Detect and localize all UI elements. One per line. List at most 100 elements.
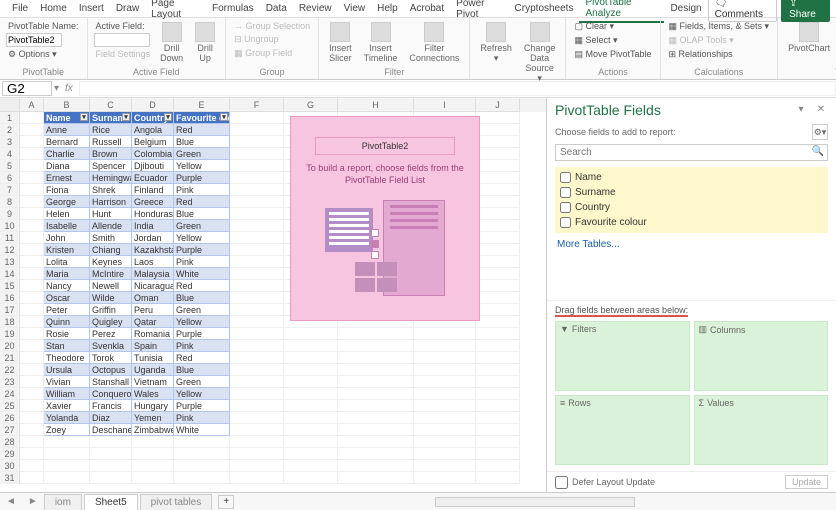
cell-F5[interactable] xyxy=(230,160,284,172)
area-filters[interactable]: ▼Filters xyxy=(555,321,690,391)
pivotchart-button[interactable]: PivotChart xyxy=(784,20,834,55)
cell-D22[interactable]: Uganda xyxy=(132,364,174,376)
cell-E22[interactable]: Blue xyxy=(174,364,230,376)
cell-E5[interactable]: Yellow xyxy=(174,160,230,172)
cell-C20[interactable]: Svenkla xyxy=(90,340,132,352)
cell-F26[interactable] xyxy=(230,412,284,424)
row-header-19[interactable]: 19 xyxy=(0,328,20,340)
cell-A4[interactable] xyxy=(20,148,44,160)
cell-I19[interactable] xyxy=(414,328,476,340)
cell-J14[interactable] xyxy=(476,268,520,280)
cell-B30[interactable] xyxy=(44,460,90,472)
cell-C14[interactable]: McIntire xyxy=(90,268,132,280)
cell-F1[interactable] xyxy=(230,112,284,124)
field-checkbox[interactable] xyxy=(560,172,571,183)
cell-H26[interactable] xyxy=(338,412,414,424)
cell-A29[interactable] xyxy=(20,448,44,460)
cell-A2[interactable] xyxy=(20,124,44,136)
cell-E20[interactable]: Pink xyxy=(174,340,230,352)
cell-H23[interactable] xyxy=(338,376,414,388)
cell-D21[interactable]: Tunisia xyxy=(132,352,174,364)
cell-H19[interactable] xyxy=(338,328,414,340)
drill-down-button[interactable]: Drill Down xyxy=(156,20,187,65)
cell-J3[interactable] xyxy=(476,136,520,148)
cell-D8[interactable]: Greece xyxy=(132,196,174,208)
pane-settings-icon[interactable]: ▾ xyxy=(794,103,808,117)
defer-checkbox[interactable] xyxy=(555,476,568,489)
cell-C12[interactable]: Chiang xyxy=(90,244,132,256)
row-header-17[interactable]: 17 xyxy=(0,304,20,316)
cell-J10[interactable] xyxy=(476,220,520,232)
cell-E23[interactable]: Green xyxy=(174,376,230,388)
cell-C2[interactable]: Rice xyxy=(90,124,132,136)
cell-J19[interactable] xyxy=(476,328,520,340)
gear-icon[interactable]: ⚙▾ xyxy=(812,124,828,140)
change-datasource-button[interactable]: Change Data Source ▾ xyxy=(520,20,560,86)
cell-B21[interactable]: Theodore xyxy=(44,352,90,364)
cell-E16[interactable]: Blue xyxy=(174,292,230,304)
select-button[interactable]: ▦ Select ▾ xyxy=(572,34,653,47)
olap-tools-button[interactable]: ▦ OLAP Tools ▾ xyxy=(667,34,772,47)
cell-A8[interactable] xyxy=(20,196,44,208)
cell-G30[interactable] xyxy=(284,460,338,472)
cell-F16[interactable] xyxy=(230,292,284,304)
cell-B8[interactable]: George xyxy=(44,196,90,208)
cell-A28[interactable] xyxy=(20,436,44,448)
sheet-nav-next-icon[interactable]: ► xyxy=(22,496,44,507)
row-header-14[interactable]: 14 xyxy=(0,268,20,280)
cell-F2[interactable] xyxy=(230,124,284,136)
cell-J4[interactable] xyxy=(476,148,520,160)
cell-E18[interactable]: Yellow xyxy=(174,316,230,328)
cell-J5[interactable] xyxy=(476,160,520,172)
fx-icon[interactable]: fx xyxy=(59,83,79,94)
cell-D2[interactable]: Angola xyxy=(132,124,174,136)
row-header-11[interactable]: 11 xyxy=(0,232,20,244)
cell-D3[interactable]: Belgium xyxy=(132,136,174,148)
cell-D31[interactable] xyxy=(132,472,174,484)
cell-D1[interactable]: Country▾ xyxy=(132,112,174,124)
cell-I27[interactable] xyxy=(414,424,476,436)
cell-F21[interactable] xyxy=(230,352,284,364)
cell-A24[interactable] xyxy=(20,388,44,400)
row-header-12[interactable]: 12 xyxy=(0,244,20,256)
cell-J7[interactable] xyxy=(476,184,520,196)
row-header-15[interactable]: 15 xyxy=(0,280,20,292)
cell-B16[interactable]: Oscar xyxy=(44,292,90,304)
field-checkbox[interactable] xyxy=(560,217,571,228)
cell-J9[interactable] xyxy=(476,208,520,220)
cell-H21[interactable] xyxy=(338,352,414,364)
cell-I29[interactable] xyxy=(414,448,476,460)
cell-C18[interactable]: Quigley xyxy=(90,316,132,328)
cell-D6[interactable]: Ecuador xyxy=(132,172,174,184)
row-header-22[interactable]: 22 xyxy=(0,364,20,376)
cell-B25[interactable]: Xavier xyxy=(44,400,90,412)
cell-J1[interactable] xyxy=(476,112,520,124)
field-name[interactable]: Name xyxy=(558,170,825,185)
cell-J15[interactable] xyxy=(476,280,520,292)
filter-dropdown-icon[interactable]: ▾ xyxy=(80,113,88,121)
cell-C26[interactable]: Diaz xyxy=(90,412,132,424)
cell-H31[interactable] xyxy=(338,472,414,484)
cell-B6[interactable]: Ernest xyxy=(44,172,90,184)
cell-E3[interactable]: Blue xyxy=(174,136,230,148)
cell-A9[interactable] xyxy=(20,208,44,220)
cell-I23[interactable] xyxy=(414,376,476,388)
cell-C31[interactable] xyxy=(90,472,132,484)
cell-D18[interactable]: Qatar xyxy=(132,316,174,328)
cell-G19[interactable] xyxy=(284,328,338,340)
cell-D5[interactable]: Djibouti xyxy=(132,160,174,172)
cell-E1[interactable]: Favourite colour▾ xyxy=(174,112,230,124)
cell-E10[interactable]: Green xyxy=(174,220,230,232)
cell-B28[interactable] xyxy=(44,436,90,448)
cell-E13[interactable]: Pink xyxy=(174,256,230,268)
sheet-tab-iom[interactable]: iom xyxy=(44,494,82,510)
column-header-B[interactable]: B xyxy=(44,98,90,112)
cell-E12[interactable]: Purple xyxy=(174,244,230,256)
cell-B2[interactable]: Anne xyxy=(44,124,90,136)
cell-H29[interactable] xyxy=(338,448,414,460)
clear-button[interactable]: ▢ Clear ▾ xyxy=(572,20,653,33)
tab-cryptosheets[interactable]: Cryptosheets xyxy=(509,1,580,16)
row-header-30[interactable]: 30 xyxy=(0,460,20,472)
cell-A27[interactable] xyxy=(20,424,44,436)
cell-J30[interactable] xyxy=(476,460,520,472)
